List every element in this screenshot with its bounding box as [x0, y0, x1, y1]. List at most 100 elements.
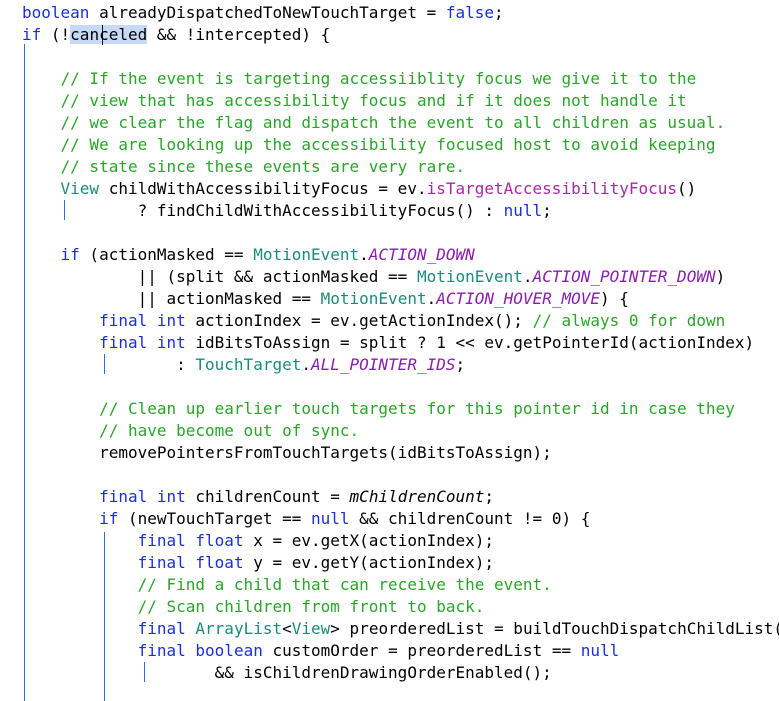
code-line[interactable]: // Scan children from front to back. [22, 596, 485, 618]
code-token: canceled [70, 25, 148, 44]
code-token: alreadyDispatchedToNewTouchTarget = [89, 3, 446, 22]
code-line[interactable]: // view that has accessibility focus and… [22, 90, 687, 112]
code-line[interactable]: if (!canceled && !intercepted) { [22, 24, 330, 46]
code-line[interactable]: removePointersFromTouchTargets(idBitsToA… [22, 442, 552, 464]
code-token: final [137, 553, 186, 572]
code-token: y = ev.getY(actionIndex); [243, 553, 495, 572]
code-token: ; [455, 355, 466, 374]
code-token: null [503, 201, 543, 220]
code-token: // Scan children from front to back. [137, 597, 485, 616]
code-token: final [137, 531, 186, 550]
code-line[interactable]: if (newTouchTarget == null && childrenCo… [22, 508, 590, 530]
code-line[interactable]: // have become out of sync. [22, 420, 359, 442]
code-token: && isChildrenDrawingOrderEnabled(); [22, 663, 552, 682]
code-token: ACTION_HOVER_MOVE [436, 289, 600, 308]
code-token: (actionMasked == [79, 245, 254, 264]
code-token: false [445, 3, 495, 22]
code-token: final [99, 311, 148, 330]
code-editor[interactable]: boolean alreadyDispatchedToNewTouchTarge… [0, 0, 779, 701]
code-token: || actionMasked == [22, 289, 321, 308]
code-token: ACTION_DOWN [368, 245, 475, 264]
code-line[interactable]: View childWithAccessibilityFocus = ev.is… [22, 178, 697, 200]
code-token: // We are looking up the accessibility f… [60, 135, 716, 154]
code-token: x = ev.getX(actionIndex); [243, 531, 495, 550]
code-line[interactable]: final float x = ev.getX(actionIndex); [22, 530, 494, 552]
code-token: . [426, 289, 437, 308]
code-token: MotionEvent [320, 289, 427, 308]
code-token: ArrayList [195, 619, 283, 638]
code-token: final [99, 333, 148, 352]
code-token: childrenCount = [185, 487, 350, 506]
code-token: final [137, 641, 186, 660]
code-token: // state since these events are very rar… [60, 157, 466, 176]
code-token: // have become out of sync. [99, 421, 360, 440]
code-token: View [60, 179, 100, 198]
code-line[interactable]: // We are looking up the accessibility f… [22, 134, 716, 156]
code-line[interactable]: final ArrayList<View> preorderedList = b… [22, 618, 779, 640]
code-token: << ev.getPointerId(actionIndex) [445, 333, 755, 352]
code-token: customOrder = preorderedList == [262, 641, 581, 660]
code-token: // If the event is targeting accessiibli… [60, 69, 697, 88]
code-token: MotionEvent [253, 245, 360, 264]
code-token: . [301, 355, 311, 374]
code-line[interactable]: || actionMasked == MotionEvent.ACTION_HO… [22, 288, 629, 310]
code-line[interactable]: // state since these events are very rar… [22, 156, 466, 178]
code-line[interactable]: final boolean customOrder = preorderedLi… [22, 640, 620, 662]
code-line[interactable]: if (actionMasked == MotionEvent.ACTION_D… [22, 244, 475, 266]
code-token: int [156, 487, 186, 506]
code-token: ) { [561, 509, 591, 528]
code-token: ) { [600, 289, 629, 308]
code-token: . [359, 245, 369, 264]
code-line[interactable]: final int actionIndex = ev.getActionInde… [22, 310, 725, 332]
code-token: // always 0 for down [532, 311, 726, 330]
code-line[interactable]: // If the event is targeting accessiibli… [22, 68, 697, 90]
code-line[interactable]: // Clean up earlier touch targets for th… [22, 398, 735, 420]
code-token: && childrenCount != [349, 509, 552, 528]
code-token: . [522, 267, 533, 286]
code-token: // we clear the flag and dispatch the ev… [60, 113, 726, 132]
code-token: final [99, 487, 148, 506]
code-line[interactable]: || (split && actionMasked == MotionEvent… [22, 266, 726, 288]
code-token: float [195, 531, 244, 550]
code-line[interactable]: && isChildrenDrawingOrderEnabled(); [22, 662, 552, 684]
code-line[interactable]: // we clear the flag and dispatch the ev… [22, 112, 726, 134]
code-token: childWithAccessibilityFocus = ev. [99, 179, 427, 198]
continuation-guide [104, 354, 105, 374]
continuation-guide [64, 200, 65, 220]
code-token: MotionEvent [416, 267, 523, 286]
code-line[interactable]: // Find a child that can receive the eve… [22, 574, 552, 596]
code-token: int [156, 311, 186, 330]
code-token: mChildrenCount [349, 487, 485, 506]
code-line[interactable]: final int childrenCount = mChildrenCount… [22, 486, 494, 508]
code-token: // Clean up earlier touch targets for th… [99, 399, 735, 418]
code-token: 0 [551, 509, 562, 528]
code-line[interactable]: final int idBitsToAssign = split ? 1 << … [22, 332, 754, 354]
code-token: ) [715, 267, 726, 286]
continuation-guide [144, 662, 145, 682]
code-line[interactable]: boolean alreadyDispatchedToNewTouchTarge… [22, 2, 504, 24]
code-token: float [195, 553, 244, 572]
code-line[interactable]: final float y = ev.getY(actionIndex); [22, 552, 494, 574]
code-token: > preorderedList = buildTouchDispatchChi… [330, 619, 779, 638]
code-token: && !intercepted) { [147, 25, 331, 44]
code-line[interactable]: ? findChildWithAccessibilityFocus() : nu… [22, 200, 552, 222]
code-token: boolean [195, 641, 263, 660]
code-line[interactable]: : TouchTarget.ALL_POINTER_IDS; [22, 354, 465, 376]
